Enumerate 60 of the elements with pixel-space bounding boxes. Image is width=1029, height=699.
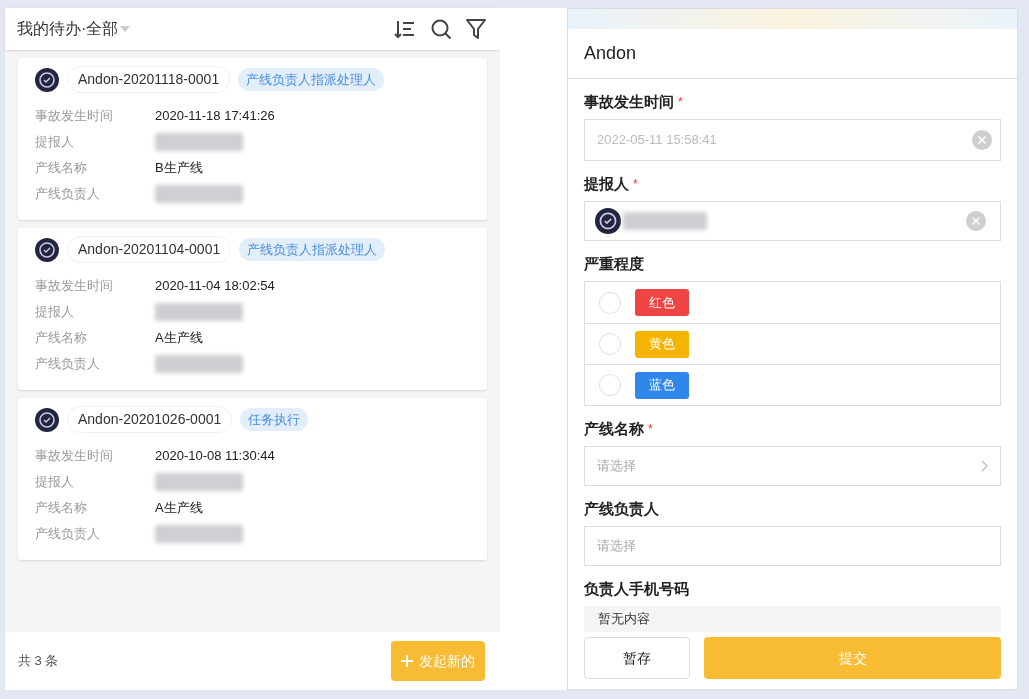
field-label: 产线名称 <box>35 499 88 518</box>
sort-icon[interactable] <box>394 18 416 40</box>
field-label: 产线负责人 <box>35 355 101 374</box>
field-value: 2020-11-18 17:41:26 <box>155 107 275 126</box>
field-label: 产线负责人 <box>35 525 101 544</box>
clear-icon[interactable] <box>966 211 986 231</box>
field-label: 提报人 <box>35 133 75 152</box>
task-card[interactable]: Andon-20201118-0001 产线负责人指派处理人 事故发生时间 2020-11-18 17:41:26 提报人 产线名称 B生产线 产线负责人 <box>18 58 487 220</box>
avatar-icon <box>595 208 621 234</box>
severity-tag: 蓝色 <box>635 371 689 399</box>
field-value: 2020-10-08 11:30:44 <box>155 447 275 466</box>
required-mark: * <box>633 176 638 193</box>
user-field[interactable] <box>584 201 1001 241</box>
plus-icon <box>401 655 413 667</box>
status-tag: 产线负责人指派处理人 <box>238 67 385 92</box>
field-label: 提报人 <box>584 173 629 194</box>
field-label: 事故发生时间 <box>35 277 114 296</box>
radio-option[interactable]: 红色 <box>585 282 1000 323</box>
list-title[interactable]: 我的待办·全部 <box>17 17 119 41</box>
radio-option[interactable]: 黄色 <box>585 323 1000 364</box>
field-label: 严重程度 <box>584 253 644 274</box>
task-card[interactable]: Andon-20201026-0001 任务执行 事故发生时间 2020-10-08 11:30:44 提报人 产线名称 A生产线 产线负责人 <box>18 398 487 560</box>
select-field[interactable]: 请选择 <box>584 526 1001 566</box>
field-label: 负责人手机号码 <box>584 578 689 599</box>
severity-tag: 红色 <box>635 289 689 316</box>
field-value: B生产线 <box>155 159 203 178</box>
item-count: 共 3 条 <box>18 652 59 671</box>
status-tag: 产线负责人指派处理人 <box>239 237 386 262</box>
field-value: 2020-11-04 18:02:54 <box>155 277 275 296</box>
datetime-field[interactable]: 2022-05-11 15:58:41 <box>584 119 1001 161</box>
search-icon[interactable] <box>430 18 452 40</box>
radio-option[interactable]: 蓝色 <box>585 364 1000 405</box>
clear-icon[interactable] <box>972 130 992 150</box>
avatar-icon <box>35 407 59 432</box>
field-label: 事故发生时间 <box>584 91 674 112</box>
severity-tag: 黄色 <box>635 330 689 358</box>
avatar-icon <box>35 237 59 262</box>
chevron-icon <box>981 460 988 472</box>
form-title: Andon <box>584 42 637 65</box>
caret-icon[interactable] <box>120 26 131 32</box>
status-tag: 任务执行 <box>240 407 309 432</box>
field-label: 事故发生时间 <box>35 447 114 466</box>
field-label: 产线名称 <box>35 159 88 178</box>
field-value: A生产线 <box>155 329 203 348</box>
field-label: 产线负责人 <box>35 185 101 204</box>
field-label: 产线负责人 <box>584 498 659 519</box>
task-card[interactable]: Andon-20201104-0001 产线负责人指派处理人 事故发生时间 2020-11-04 18:02:54 提报人 产线名称 A生产线 产线负责人 <box>18 228 487 390</box>
field-label: 提报人 <box>35 303 75 322</box>
field-value: A生产线 <box>155 499 203 518</box>
field-label: 提报人 <box>35 473 75 492</box>
field-label: 产线名称 <box>584 418 644 439</box>
avatar-icon <box>35 67 59 92</box>
save-button[interactable]: 暂存 <box>584 637 690 679</box>
select-field[interactable]: 请选择 <box>584 446 1001 486</box>
field-label: 事故发生时间 <box>35 107 114 126</box>
field-label: 产线名称 <box>35 329 88 348</box>
filter-icon[interactable] <box>466 18 486 40</box>
readonly-field: 暂无内容 <box>584 606 1001 632</box>
required-mark: * <box>648 421 653 438</box>
required-mark: * <box>678 94 683 111</box>
